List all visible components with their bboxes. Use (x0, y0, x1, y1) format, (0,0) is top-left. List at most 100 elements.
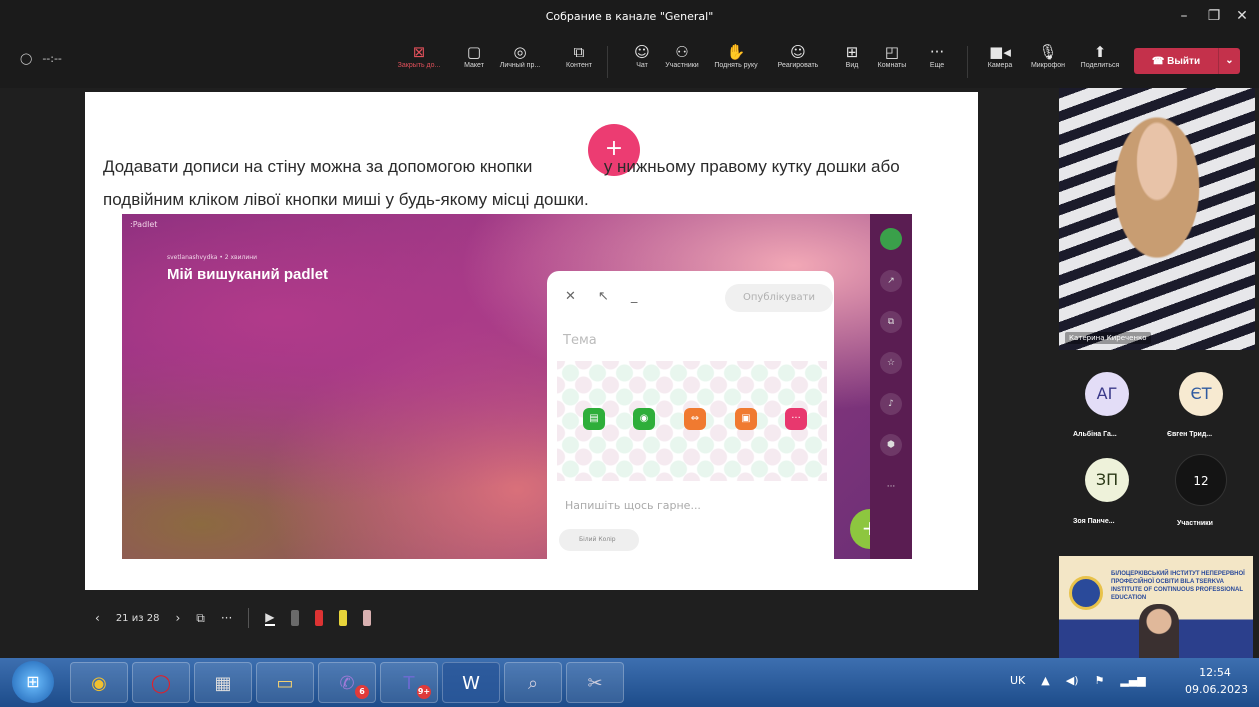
camera-icon: ◉ (633, 408, 655, 430)
chevron-down-icon[interactable]: ⌄ (1218, 48, 1240, 74)
explorer-taskbar-icon[interactable]: ▭ (256, 662, 314, 703)
padlet-logo: :Padlet (130, 220, 158, 229)
avatar[interactable]: ЗП (1085, 458, 1129, 502)
viber-taskbar-icon[interactable]: ✆ 6 (318, 662, 376, 703)
slide-counter: 21 из 28 (115, 612, 160, 624)
document-icon: ▤ (583, 408, 605, 430)
windows-taskbar: ⊞ ◉ ◯ ▦ ▭ ✆ 6 T 9+ W ⌕ ✂ UK ▲ ◀) ⚑ ▂▄▆ 12:… (0, 658, 1259, 707)
timer-text: --:-- (42, 52, 62, 65)
participants-panel: Катерина Киреченко АГ Альбіна Га... ЄТ Є… (1055, 88, 1259, 662)
meeting-toolbar: ◯ --:-- ⊠ Закрыть до... ▢ Макет ◎ Личный пр… (0, 38, 1259, 88)
camera-button[interactable]: ■◂ Камера (976, 42, 1024, 82)
expand-icon: ↖ (597, 289, 609, 304)
flag-icon[interactable]: ⚑ (1095, 674, 1105, 687)
speaker-video[interactable]: Катерина Киреченко (1059, 88, 1255, 350)
teams-taskbar-icon[interactable]: T 9+ (380, 662, 438, 703)
search-taskbar-icon[interactable]: ⌕ (504, 662, 562, 703)
controls-divider (248, 608, 250, 628)
word-taskbar-icon[interactable]: W (442, 662, 500, 703)
pen-tool-icon[interactable] (290, 610, 299, 626)
teams-badge: 9+ (417, 685, 431, 699)
rooms-button[interactable]: ◰ Комнаты (868, 42, 916, 82)
leave-control: ☎ Выйти ⌄ (1134, 48, 1240, 74)
settings-icon: ⬢ (880, 434, 902, 456)
react-button[interactable]: ☺ Реагировать (774, 42, 822, 82)
raise-hand-button[interactable]: ✋ Поднять руку (712, 42, 760, 82)
slides-overview-icon[interactable]: ⧉ (196, 611, 205, 626)
previous-slide-button[interactable]: ‹ (95, 611, 100, 625)
microphone-button[interactable]: 🎙 Микрофон (1024, 42, 1072, 82)
avatar[interactable]: АГ (1085, 372, 1129, 416)
hand-icon: ✋ (726, 43, 746, 61)
slide-controls: ‹ 21 из 28 › ⧉ ··· ▶ (95, 608, 371, 628)
camera-icon: ■◂ (989, 43, 1011, 61)
viber-badge: 6 (355, 685, 369, 699)
participants-button[interactable]: ⚇ Участники (658, 42, 706, 82)
more-icon: ··· (929, 43, 945, 61)
close-content-button[interactable]: ⊠ Закрыть до... (395, 42, 443, 82)
padlet-screenshot: :Padlet svetlanashvydka • 2 хвилини Мій … (122, 214, 912, 559)
padlet-title: Мій вишуканий padlet (167, 266, 329, 283)
content-icon: ⧉ (573, 43, 585, 61)
language-indicator[interactable]: UK (1010, 674, 1025, 687)
clock-time: 12:54 (1199, 666, 1231, 679)
close-content-icon: ⊠ (412, 43, 426, 61)
share-button[interactable]: ⬆ Поделиться (1076, 42, 1124, 82)
next-slide-button[interactable]: › (175, 611, 180, 625)
eraser-icon[interactable] (362, 610, 371, 626)
microphone-icon: 🎙 (1038, 43, 1058, 61)
participant-name: Євген Трид... (1167, 431, 1213, 438)
phone-icon: ☎ (1151, 55, 1165, 67)
participants-label: Участники (1177, 520, 1213, 527)
participant-name: Зоя Панче... (1073, 518, 1115, 525)
padlet-meta: svetlanashvydka • 2 хвилини (167, 254, 258, 261)
presenter-person (1139, 604, 1179, 662)
opera-taskbar-icon[interactable]: ◯ (132, 662, 190, 703)
institute-logo (1069, 576, 1103, 610)
smile-icon: ☺ (790, 43, 806, 61)
close-icon: ✕ (565, 289, 576, 304)
post-body-field: Напишіть щось гарне... (565, 499, 701, 512)
red-pen-icon[interactable] (314, 610, 323, 626)
topic-field: Тема (563, 333, 597, 348)
color-chip: Білий Колір (559, 529, 639, 551)
participant-count[interactable]: 12 (1175, 454, 1227, 506)
close-button[interactable]: ✕ (1232, 8, 1252, 24)
calculator-taskbar-icon[interactable]: ▦ (194, 662, 252, 703)
start-button[interactable]: ⊞ (12, 661, 54, 703)
avatar-icon (880, 228, 902, 250)
tools-taskbar-icon[interactable]: ✂ (566, 662, 624, 703)
window-title: Собрание в канале "General" (545, 10, 714, 23)
share-icon: ↗ (880, 270, 902, 292)
system-tray: UK ▲ ◀) ⚑ ▂▄▆ (1010, 674, 1146, 687)
slide-text: Додавати дописи на стіну можна за допомо… (103, 157, 900, 209)
leave-button[interactable]: ☎ Выйти (1134, 56, 1218, 67)
chevron-up-icon[interactable]: ▲ (1041, 674, 1049, 687)
padlet-side-rail: ↗ ⧉ ☆ ♪ ⬢ ··· (870, 214, 912, 559)
more-icon: ··· (886, 482, 896, 492)
clock[interactable]: 12:54 09.06.2023 (1185, 664, 1248, 698)
more-button[interactable]: ··· Еще (913, 42, 961, 82)
minimize-button[interactable]: – (1174, 8, 1194, 24)
chrome-taskbar-icon[interactable]: ◉ (70, 662, 128, 703)
toolbar-divider (607, 46, 608, 78)
network-icon[interactable]: ▂▄▆ (1120, 674, 1145, 687)
volume-icon[interactable]: ◀) (1066, 674, 1079, 687)
link-icon: ⇔ (684, 408, 706, 430)
avatar[interactable]: ЄТ (1179, 372, 1223, 416)
personal-view-button[interactable]: ◎ Личный пр... (496, 42, 544, 82)
more-options-icon[interactable]: ··· (221, 611, 232, 625)
pointer-tool-icon[interactable]: ▶ (265, 610, 275, 626)
publish-button: Опублікувати (725, 284, 833, 312)
participant-name: Альбіна Га... (1073, 431, 1117, 438)
restore-button[interactable]: ❐ (1204, 8, 1224, 24)
highlighter-icon[interactable] (338, 610, 347, 626)
share-icon: ⬆ (1093, 43, 1107, 61)
content-button[interactable]: ⧉ Контент (555, 42, 603, 82)
copy-icon: ⧉ (880, 311, 902, 333)
presenter-video[interactable]: БІЛОЦЕРКІВСЬКИЙ ІНСТИТУТ НЕПЕРЕРВНОЇ ПРО… (1059, 556, 1253, 662)
title-bar: Собрание в канале "General" – ❐ ✕ (0, 0, 1259, 38)
speaker-name: Катерина Киреченко (1065, 332, 1151, 344)
meeting-timer: ◯ --:-- (20, 52, 62, 65)
layout-button[interactable]: ▢ Макет (450, 42, 498, 82)
